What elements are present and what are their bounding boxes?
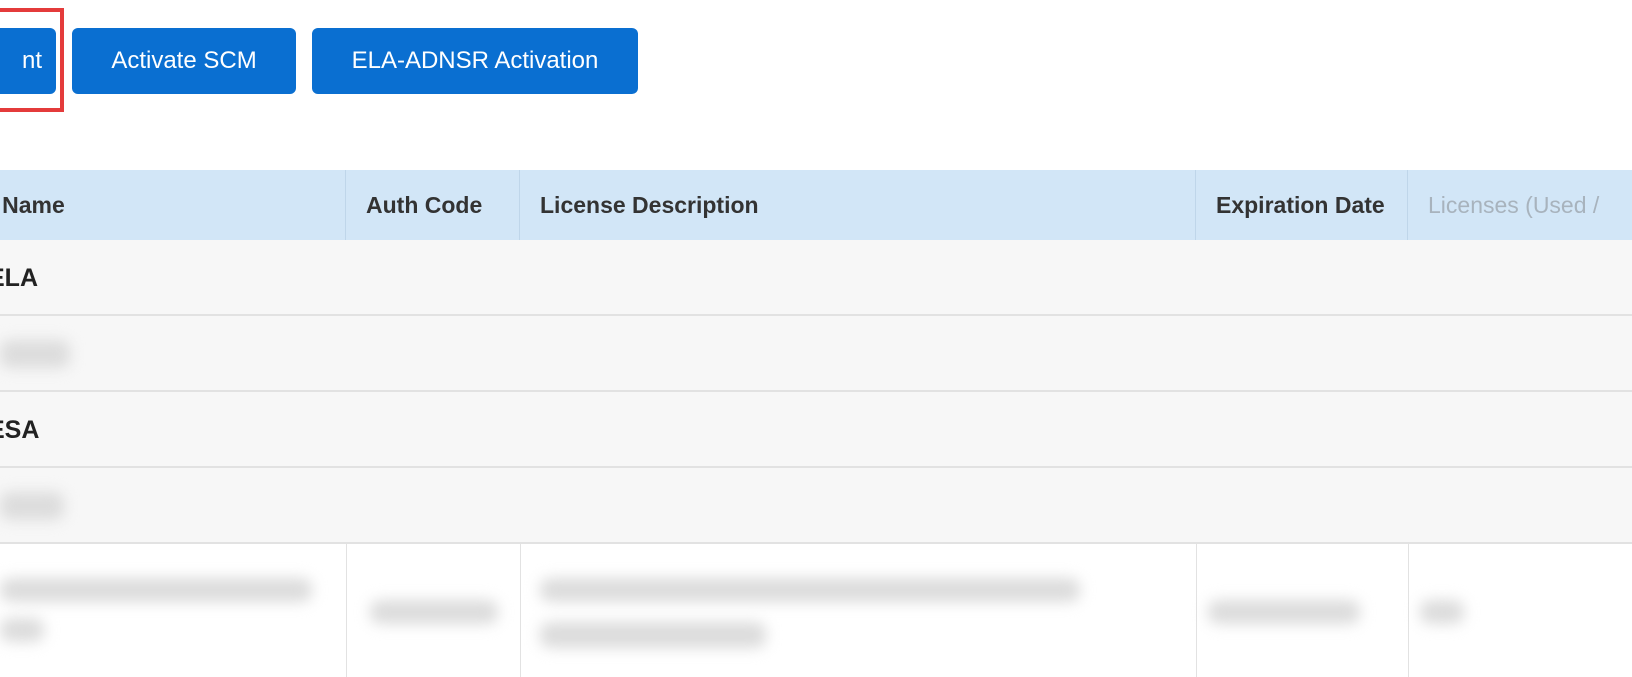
redacted-text xyxy=(0,340,70,368)
column-header-license-description[interactable]: License Description xyxy=(520,170,1196,240)
column-header-auth-code[interactable]: Auth Code xyxy=(346,170,520,240)
column-divider xyxy=(1408,544,1409,677)
group-row-ela[interactable]: ELA xyxy=(0,240,1632,316)
redacted-account-name xyxy=(0,578,312,602)
first-action-button[interactable]: nt xyxy=(0,28,56,94)
redacted-licenses-used xyxy=(1420,600,1464,624)
ela-adnsr-activation-button[interactable]: ELA-ADNSR Activation xyxy=(312,28,638,94)
redacted-license-description xyxy=(540,622,766,648)
column-divider xyxy=(520,544,521,677)
column-divider xyxy=(346,544,347,677)
column-header-account-name[interactable]: unt Name xyxy=(0,170,346,240)
table-header: unt Name Auth Code License Description E… xyxy=(0,170,1632,240)
table-row[interactable] xyxy=(0,468,1632,544)
group-label-ela: ELA xyxy=(0,263,38,292)
redacted-license-description xyxy=(540,578,1080,602)
activate-scm-button[interactable]: Activate SCM xyxy=(72,28,296,94)
table-row[interactable] xyxy=(0,316,1632,392)
column-header-expiration-date[interactable]: Expiration Date xyxy=(1196,170,1408,240)
column-divider xyxy=(1196,544,1197,677)
column-header-licenses-used: Licenses (Used / xyxy=(1428,191,1600,218)
redacted-auth-code xyxy=(370,600,498,624)
license-page: nt Activate SCM ELA-ADNSR Activation unt… xyxy=(0,0,1632,677)
table-row[interactable] xyxy=(0,544,1632,677)
group-row-esa[interactable]: ESA xyxy=(0,392,1632,468)
license-table: unt Name Auth Code License Description E… xyxy=(0,170,1632,677)
redacted-expiration-date xyxy=(1208,600,1360,624)
redacted-account-name xyxy=(0,618,44,642)
group-label-esa: ESA xyxy=(0,415,40,444)
redacted-text xyxy=(0,492,64,520)
